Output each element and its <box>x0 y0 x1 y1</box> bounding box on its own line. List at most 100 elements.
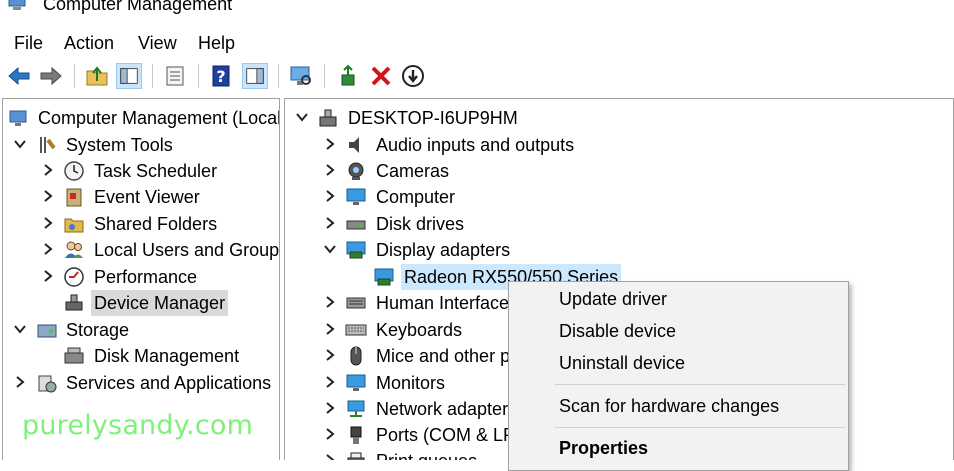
device-category-audio[interactable]: Audio inputs and outputs <box>285 132 953 158</box>
tree-item-shared-folders[interactable]: Shared Folders <box>3 211 279 237</box>
device-category-label: Network adapters <box>376 399 518 419</box>
disk-drive-icon <box>346 220 366 230</box>
tree-item-label: Shared Folders <box>94 214 218 234</box>
device-category-label: Disk drives <box>376 214 465 234</box>
update-driver-icon[interactable] <box>336 63 362 89</box>
menu-item-uninstall-device[interactable]: Uninstall device <box>559 351 685 375</box>
window-title: Computer Management <box>43 0 233 14</box>
chevron-right-icon[interactable] <box>323 322 337 336</box>
tree-item-label: Local Users and Groups <box>94 240 280 260</box>
show-hide-console-tree-icon[interactable] <box>116 63 142 89</box>
chevron-right-icon[interactable] <box>41 269 55 283</box>
tree-item-storage[interactable]: Storage <box>3 317 279 343</box>
computer-tree-icon <box>319 109 337 127</box>
tree-item-device-manager[interactable]: Device Manager <box>3 290 279 316</box>
chevron-right-icon[interactable] <box>323 295 337 309</box>
chevron-down-icon[interactable] <box>295 110 309 124</box>
chevron-down-icon[interactable] <box>13 322 27 336</box>
device-category-label: Human Interface <box>376 293 510 313</box>
device-manager-icon <box>65 294 83 311</box>
tree-item-label: Device Manager <box>91 290 229 316</box>
tree-item-performance[interactable]: Performance <box>3 264 279 290</box>
chevron-right-icon[interactable] <box>323 137 337 151</box>
export-list-icon[interactable] <box>162 63 188 89</box>
device-category-computer[interactable]: Computer <box>285 184 953 210</box>
speaker-icon <box>349 137 359 153</box>
chevron-right-icon[interactable] <box>323 216 337 230</box>
chevron-right-icon[interactable] <box>13 375 27 389</box>
chevron-right-icon[interactable] <box>41 163 55 177</box>
tree-item-event-viewer[interactable]: Event Viewer <box>3 184 279 210</box>
camera-icon <box>348 162 364 180</box>
chevron-right-icon[interactable] <box>41 189 55 203</box>
menu-item-disable-device[interactable]: Disable device <box>559 319 676 343</box>
disable-icon[interactable] <box>400 63 426 89</box>
tree-item-local-users-groups[interactable]: Local Users and Groups <box>3 237 280 263</box>
users-icon <box>65 241 83 258</box>
device-category-disk-drives[interactable]: Disk drives <box>285 211 953 237</box>
chevron-right-icon[interactable] <box>323 453 337 460</box>
device-category-label: Print queues <box>373 448 480 460</box>
tree-item-label: Services and Applications <box>66 373 272 393</box>
tree-item-disk-management[interactable]: Disk Management <box>3 343 279 369</box>
toolbar-separator <box>324 64 325 88</box>
menu-action[interactable]: Action <box>64 30 114 56</box>
toolbar-separator <box>74 64 75 88</box>
network-icon <box>347 400 365 417</box>
tree-item-label: Event Viewer <box>94 187 200 207</box>
menu-item-update-driver[interactable]: Update driver <box>559 287 667 311</box>
chevron-down-icon[interactable] <box>13 137 27 151</box>
menu-separator <box>555 384 845 385</box>
uninstall-icon[interactable] <box>368 63 394 89</box>
tree-item-services-applications[interactable]: Services and Applications <box>3 370 279 396</box>
action-pane-icon[interactable] <box>242 63 268 89</box>
console-tree-pane: Computer Management (Local System Tools … <box>2 98 280 460</box>
menu-item-properties[interactable]: Properties <box>559 436 648 460</box>
tree-item-label: Storage <box>66 320 130 340</box>
keyboard-icon <box>345 324 367 336</box>
menu-file[interactable]: File <box>14 30 43 56</box>
chevron-right-icon[interactable] <box>41 242 55 256</box>
toolbar-separator <box>278 64 279 88</box>
chevron-right-icon[interactable] <box>323 401 337 415</box>
menu-help[interactable]: Help <box>198 30 235 56</box>
watermark: purelysandy.com <box>22 407 253 445</box>
chevron-right-icon[interactable] <box>323 189 337 203</box>
storage-icon <box>37 324 57 338</box>
up-folder-icon[interactable] <box>84 63 110 89</box>
clock-icon <box>64 161 84 181</box>
forward-icon[interactable] <box>38 63 64 89</box>
tree-item-label: System Tools <box>66 135 173 155</box>
display-adapter-icon <box>346 241 366 259</box>
device-category-label: Display adapters <box>376 240 511 260</box>
menu-bar: File Action View Help <box>0 30 954 56</box>
chevron-right-icon[interactable] <box>323 375 337 389</box>
chevron-right-icon[interactable] <box>323 427 337 441</box>
menu-item-scan-hardware[interactable]: Scan for hardware changes <box>559 394 779 418</box>
computer-management-app-icon <box>8 0 26 10</box>
tree-item-computer-management[interactable]: Computer Management (Local <box>3 105 280 131</box>
toolbar-separator <box>198 64 199 88</box>
device-category-label: Ports (COM & LP <box>376 425 516 445</box>
scan-hardware-icon[interactable] <box>288 63 314 89</box>
tree-item-task-scheduler[interactable]: Task Scheduler <box>3 158 279 184</box>
tree-item-system-tools[interactable]: System Tools <box>3 132 279 158</box>
device-category-cameras[interactable]: Cameras <box>285 158 953 184</box>
printer-icon <box>347 452 365 460</box>
tree-item-label: Computer Management (Local <box>38 108 280 128</box>
back-icon[interactable] <box>6 63 32 89</box>
device-tree-label: DESKTOP-I6UP9HM <box>348 108 518 128</box>
tree-item-label: Performance <box>94 267 198 287</box>
device-category-label: Monitors <box>376 373 446 393</box>
chevron-right-icon[interactable] <box>323 348 337 362</box>
chevron-right-icon[interactable] <box>323 163 337 177</box>
menu-view[interactable]: View <box>138 30 177 56</box>
device-tree-root[interactable]: DESKTOP-I6UP9HM <box>285 105 953 131</box>
device-category-display-adapters[interactable]: Display adapters <box>285 237 953 263</box>
disk-management-icon <box>64 347 84 364</box>
chevron-right-icon[interactable] <box>41 216 55 230</box>
chevron-down-icon[interactable] <box>323 242 337 256</box>
help-icon[interactable]: ? <box>208 63 234 89</box>
display-adapter-icon <box>374 268 394 286</box>
system-tools-icon <box>40 137 56 153</box>
